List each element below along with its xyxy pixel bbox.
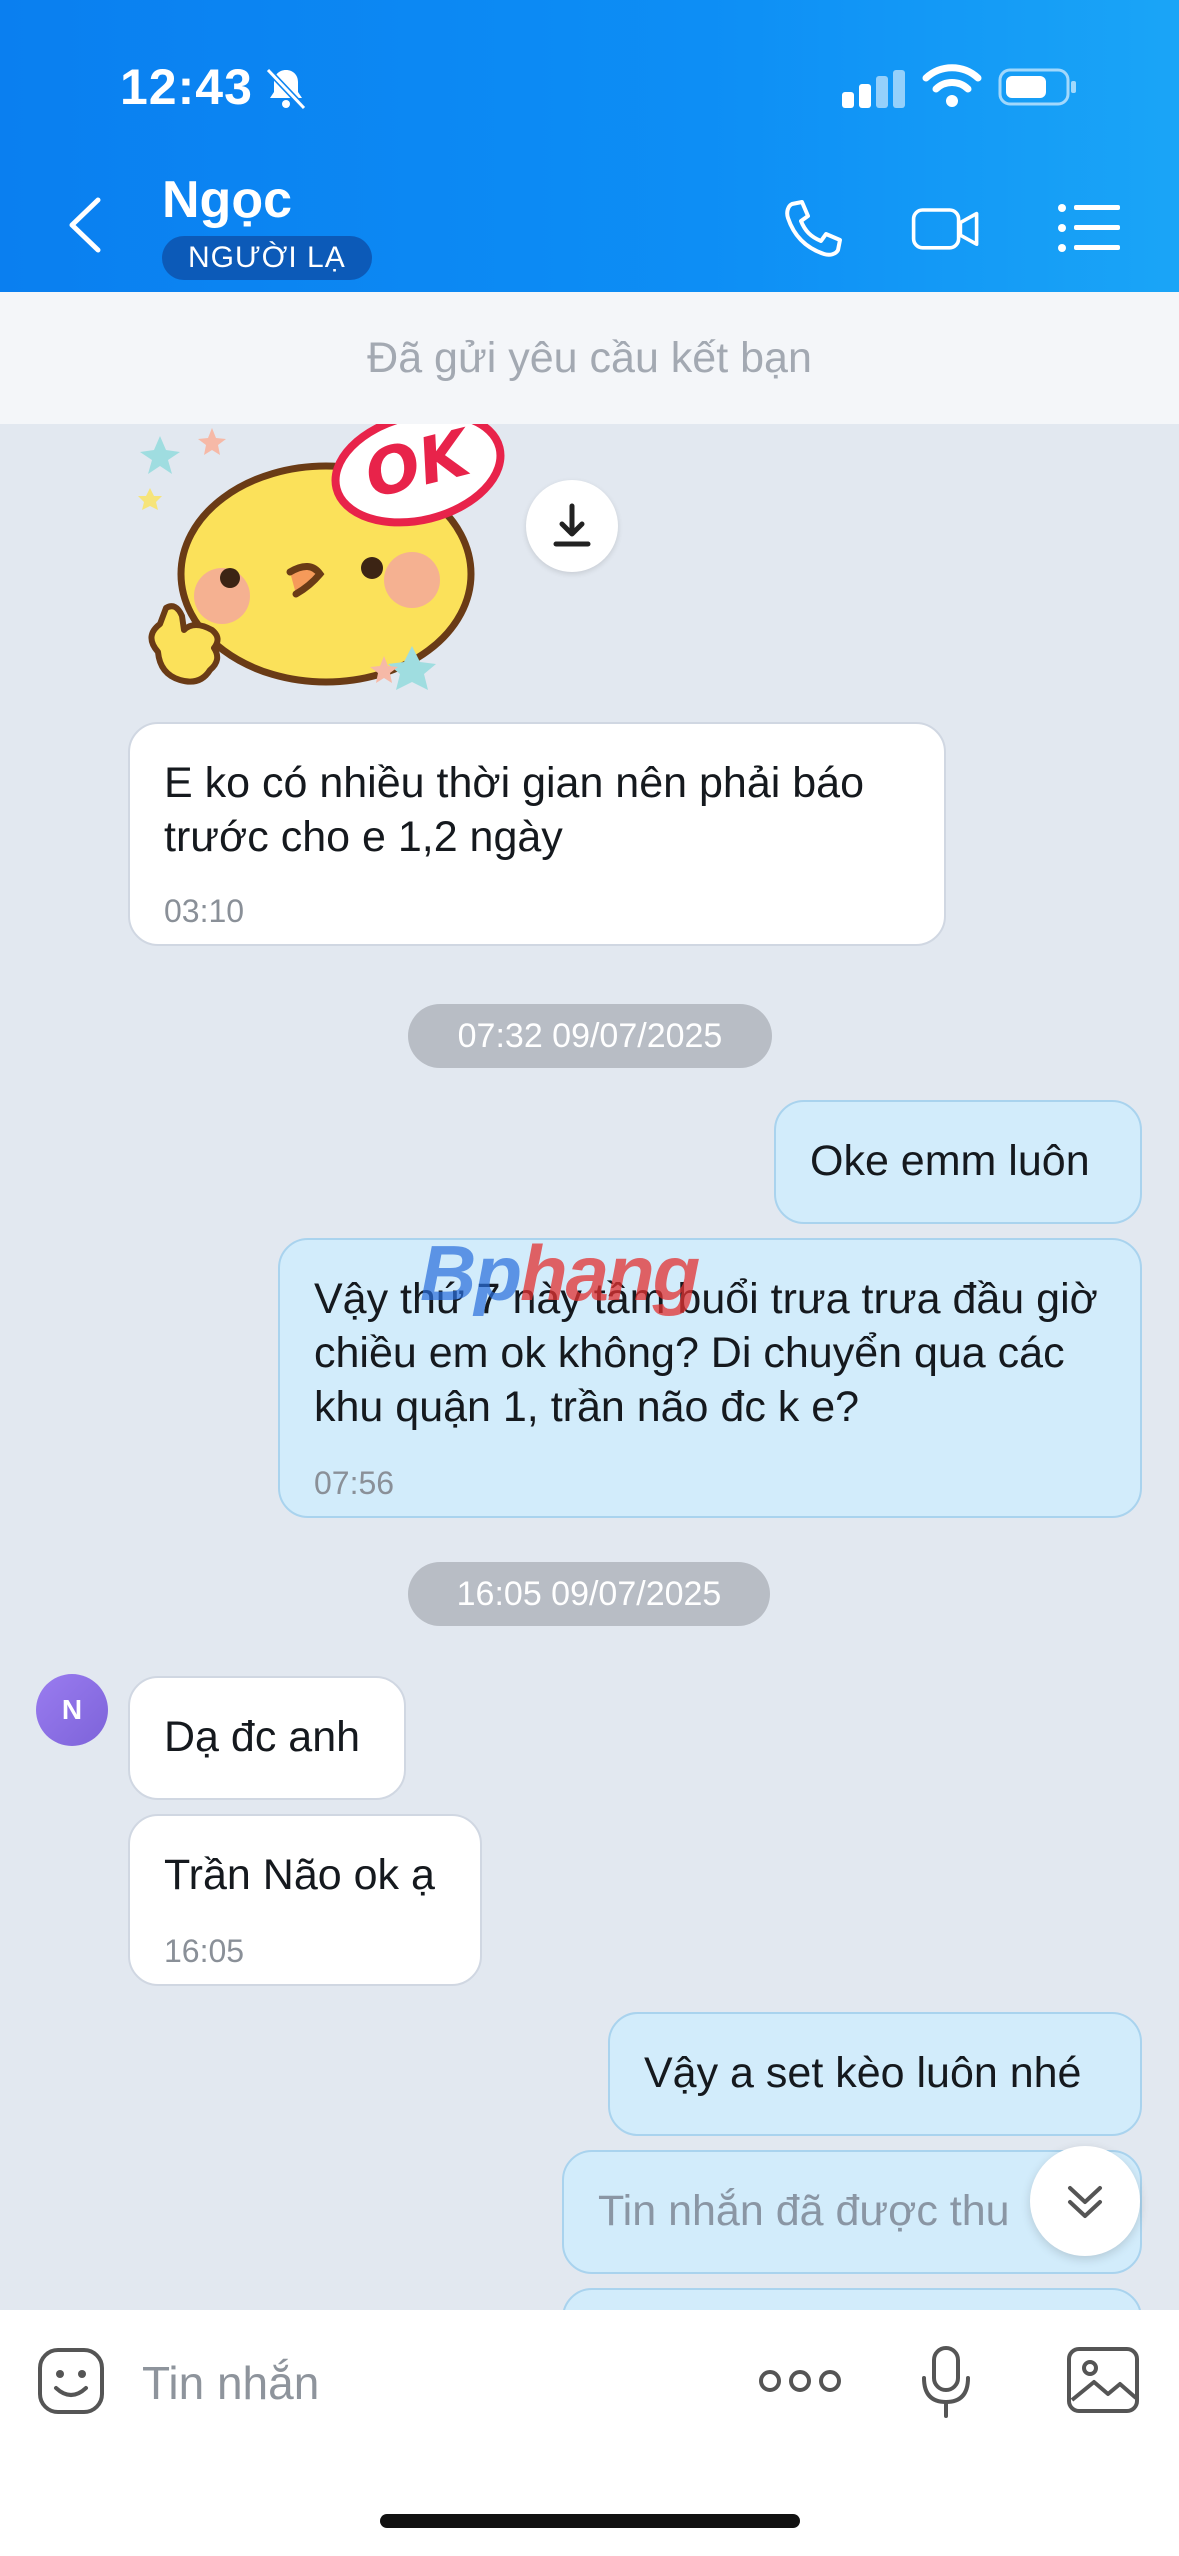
message-bubble-outgoing[interactable]: Vậy a set kèo luôn nhé	[608, 2012, 1142, 2136]
cellular-signal-icon	[842, 70, 905, 108]
message-bubble-incoming[interactable]: E ko có nhiều thời gian nên phải báo trư…	[128, 722, 946, 946]
video-call-icon[interactable]	[910, 196, 982, 260]
message-input[interactable]: Tin nhắn	[142, 2356, 319, 2410]
message-text: Oke emm luôn	[810, 1137, 1090, 1185]
menu-list-icon[interactable]	[1054, 196, 1126, 260]
image-gallery-icon[interactable]	[1066, 2346, 1140, 2414]
message-time: 03:10	[164, 893, 245, 929]
double-chevron-down-icon	[1068, 2186, 1102, 2218]
message-bubble-incoming[interactable]: Dạ đc anh	[128, 1676, 406, 1800]
date-separator: 16:05 09/07/2025	[408, 1562, 770, 1626]
message-bubble-incoming[interactable]: Trần Não ok ạ 16:05	[128, 1814, 482, 1986]
message-text: Trần Não ok ạ	[164, 1851, 435, 1899]
download-icon	[553, 503, 591, 547]
scroll-to-bottom-button[interactable]	[1030, 2146, 1140, 2256]
watermark-part1: Bp	[420, 1229, 522, 1317]
ok-duck-sticker[interactable]: OK	[130, 424, 510, 704]
message-text: Dạ đc anh	[164, 1713, 361, 1761]
stranger-badge: NGƯỜI LẠ	[162, 236, 372, 280]
contact-avatar[interactable]: N	[36, 1674, 108, 1746]
sticker-emoji-icon[interactable]	[36, 2346, 106, 2416]
more-options-icon[interactable]	[758, 2364, 842, 2398]
back-arrow-icon[interactable]	[60, 190, 110, 260]
bell-muted-icon	[265, 67, 307, 111]
contact-name[interactable]: Ngọc	[162, 170, 292, 230]
message-bubble-outgoing[interactable]: Vậy thứ 7 này tầm buổi trưa trưa đầu giờ…	[278, 1238, 1142, 1518]
status-time: 12:43	[120, 59, 253, 115]
battery-icon	[998, 68, 1076, 106]
message-time: 16:05	[164, 1933, 245, 1969]
wifi-icon	[922, 64, 982, 107]
watermark-part2: hang	[519, 1229, 700, 1317]
phone-call-icon[interactable]	[778, 196, 850, 260]
date-separator: 07:32 09/07/2025	[408, 1004, 772, 1068]
microphone-icon[interactable]	[916, 2344, 976, 2420]
message-text: E ko có nhiều thời gian nên phải báo trư…	[164, 759, 864, 861]
message-text: Vậy a set kèo luôn nhé	[644, 2049, 1082, 2097]
friend-request-banner: Đã gửi yêu cầu kết bạn	[0, 292, 1179, 424]
home-indicator	[380, 2514, 800, 2528]
message-bubble-outgoing[interactable]: Oke emm luôn	[774, 1100, 1142, 1224]
message-time: 07:56	[314, 1465, 395, 1501]
watermark-logo: Bphang	[420, 1228, 700, 1319]
download-sticker-button[interactable]	[526, 480, 618, 572]
